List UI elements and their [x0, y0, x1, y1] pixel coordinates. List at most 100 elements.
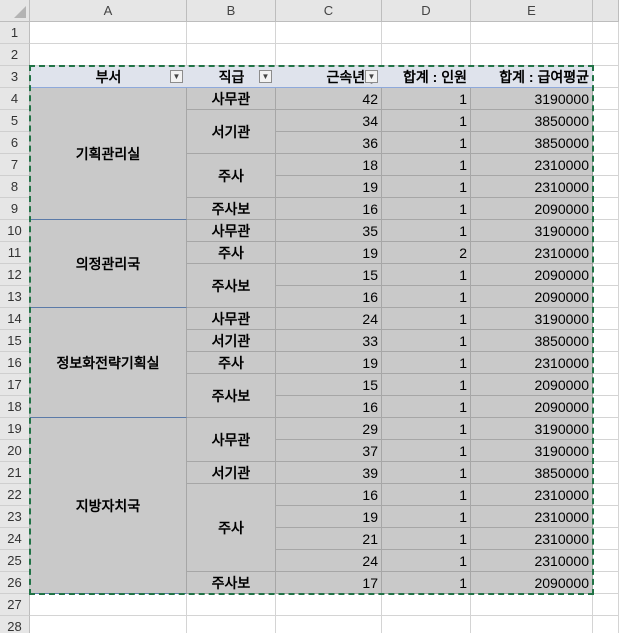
grid-cell[interactable]: [471, 594, 593, 616]
grid-cell[interactable]: [382, 594, 471, 616]
grid-cell[interactable]: [382, 616, 471, 633]
pivot-salary-cell[interactable]: 3850000: [471, 462, 593, 484]
pivot-count-cell[interactable]: 1: [382, 528, 471, 550]
pivot-count-cell[interactable]: 1: [382, 396, 471, 418]
column-header-b[interactable]: B: [187, 0, 276, 22]
pivot-salary-cell[interactable]: 3190000: [471, 220, 593, 242]
pivot-salary-cell[interactable]: 2090000: [471, 198, 593, 220]
pivot-count-cell[interactable]: 1: [382, 550, 471, 572]
pivot-salary-cell[interactable]: 3850000: [471, 330, 593, 352]
pivot-salary-cell[interactable]: 3850000: [471, 132, 593, 154]
pivot-years-cell[interactable]: 19: [276, 352, 382, 374]
column-header-a[interactable]: A: [30, 0, 187, 22]
pivot-years-cell[interactable]: 16: [276, 198, 382, 220]
row-header-25[interactable]: 25: [0, 550, 30, 572]
dropdown-arrow-icon[interactable]: ▼: [170, 70, 183, 83]
row-header-7[interactable]: 7: [0, 154, 30, 176]
pivot-count-cell[interactable]: 1: [382, 132, 471, 154]
pivot-count-cell[interactable]: 1: [382, 308, 471, 330]
grid-cell[interactable]: [593, 132, 619, 154]
pivot-dept-cell[interactable]: 기획관리실: [30, 88, 187, 220]
grid-cell[interactable]: [593, 396, 619, 418]
pivot-years-cell[interactable]: 37: [276, 440, 382, 462]
row-header-13[interactable]: 13: [0, 286, 30, 308]
pivot-salary-cell[interactable]: 2310000: [471, 352, 593, 374]
grid-cell[interactable]: [30, 44, 187, 66]
pivot-count-cell[interactable]: 1: [382, 286, 471, 308]
pivot-salary-cell[interactable]: 2310000: [471, 242, 593, 264]
pivot-count-cell[interactable]: 1: [382, 352, 471, 374]
row-header-21[interactable]: 21: [0, 462, 30, 484]
row-header-27[interactable]: 27: [0, 594, 30, 616]
pivot-salary-cell[interactable]: 3190000: [471, 308, 593, 330]
pivot-years-cell[interactable]: 16: [276, 484, 382, 506]
pivot-count-cell[interactable]: 1: [382, 110, 471, 132]
row-header-26[interactable]: 26: [0, 572, 30, 594]
row-header-2[interactable]: 2: [0, 44, 30, 66]
pivot-rank-cell[interactable]: 사무관: [187, 88, 276, 110]
grid-cell[interactable]: [593, 374, 619, 396]
pivot-salary-cell[interactable]: 2090000: [471, 264, 593, 286]
row-header-28[interactable]: 28: [0, 616, 30, 633]
pivot-salary-cell[interactable]: 2310000: [471, 484, 593, 506]
pivot-years-cell[interactable]: 16: [276, 396, 382, 418]
grid-cell[interactable]: [382, 44, 471, 66]
pivot-count-cell[interactable]: 1: [382, 506, 471, 528]
pivot-header-salary[interactable]: 합계 : 급여평균: [471, 66, 593, 88]
pivot-salary-cell[interactable]: 3190000: [471, 440, 593, 462]
pivot-count-cell[interactable]: 1: [382, 374, 471, 396]
row-header-3[interactable]: 3: [0, 66, 30, 88]
pivot-rank-cell[interactable]: 서기관: [187, 330, 276, 352]
pivot-years-cell[interactable]: 34: [276, 110, 382, 132]
pivot-years-cell[interactable]: 18: [276, 154, 382, 176]
row-header-24[interactable]: 24: [0, 528, 30, 550]
pivot-salary-cell[interactable]: 2090000: [471, 286, 593, 308]
pivot-salary-cell[interactable]: 2310000: [471, 550, 593, 572]
pivot-count-cell[interactable]: 1: [382, 330, 471, 352]
column-header-c[interactable]: C: [276, 0, 382, 22]
pivot-count-cell[interactable]: 1: [382, 154, 471, 176]
grid-cell[interactable]: [30, 616, 187, 633]
grid-cell[interactable]: [593, 330, 619, 352]
column-header-d[interactable]: D: [382, 0, 471, 22]
pivot-years-cell[interactable]: 16: [276, 286, 382, 308]
grid-cell[interactable]: [593, 22, 619, 44]
grid-cell[interactable]: [593, 528, 619, 550]
grid-cell[interactable]: [187, 616, 276, 633]
pivot-rank-cell[interactable]: 주사보: [187, 374, 276, 418]
pivot-years-cell[interactable]: 19: [276, 506, 382, 528]
pivot-rank-cell[interactable]: 주사보: [187, 264, 276, 308]
row-header-22[interactable]: 22: [0, 484, 30, 506]
row-header-11[interactable]: 11: [0, 242, 30, 264]
pivot-count-cell[interactable]: 1: [382, 88, 471, 110]
pivot-count-cell[interactable]: 1: [382, 220, 471, 242]
grid-cell[interactable]: [593, 506, 619, 528]
grid-cell[interactable]: [471, 44, 593, 66]
row-header-6[interactable]: 6: [0, 132, 30, 154]
pivot-years-cell[interactable]: 19: [276, 176, 382, 198]
pivot-dept-cell[interactable]: 의정관리국: [30, 220, 187, 308]
grid-cell[interactable]: [593, 66, 619, 88]
grid-cell[interactable]: [593, 462, 619, 484]
pivot-salary-cell[interactable]: 2090000: [471, 572, 593, 594]
row-header-15[interactable]: 15: [0, 330, 30, 352]
pivot-count-cell[interactable]: 1: [382, 462, 471, 484]
pivot-header-dept[interactable]: 부서: [30, 66, 187, 88]
grid-cell[interactable]: [593, 242, 619, 264]
pivot-years-cell[interactable]: 15: [276, 264, 382, 286]
pivot-salary-cell[interactable]: 2310000: [471, 154, 593, 176]
grid-cell[interactable]: [471, 616, 593, 633]
row-header-4[interactable]: 4: [0, 88, 30, 110]
pivot-count-cell[interactable]: 1: [382, 198, 471, 220]
row-header-19[interactable]: 19: [0, 418, 30, 440]
pivot-rank-cell[interactable]: 주사: [187, 242, 276, 264]
pivot-salary-cell[interactable]: 2090000: [471, 396, 593, 418]
pivot-years-cell[interactable]: 36: [276, 132, 382, 154]
pivot-rank-cell[interactable]: 서기관: [187, 110, 276, 154]
grid-cell[interactable]: [593, 484, 619, 506]
select-all-corner[interactable]: [0, 0, 30, 22]
grid-cell[interactable]: [187, 44, 276, 66]
pivot-count-cell[interactable]: 1: [382, 176, 471, 198]
pivot-rank-cell[interactable]: 서기관: [187, 462, 276, 484]
grid-cell[interactable]: [276, 594, 382, 616]
